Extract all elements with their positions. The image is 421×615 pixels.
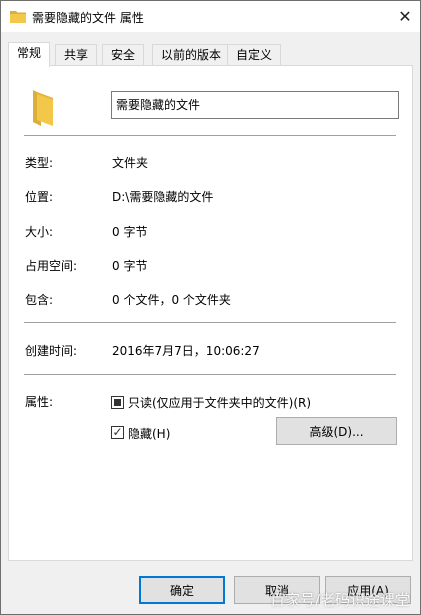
location-value: D:\需要隐藏的文件 <box>112 190 214 204</box>
separator <box>24 374 396 375</box>
tab-previous-versions[interactable]: 以前的版本 <box>152 44 231 66</box>
window-title: 需要隐藏的文件 属性 <box>32 11 144 25</box>
folder-icon <box>33 90 53 126</box>
advanced-button[interactable]: 高级(D)... <box>276 417 397 445</box>
watermark: 百家号/老码识途课堂 <box>269 591 410 609</box>
readonly-label[interactable]: 只读(仅应用于文件夹中的文件)(R) <box>128 394 311 411</box>
separator <box>24 135 396 136</box>
disk-size-label: 占用空间: <box>25 259 78 273</box>
location-label: 位置: <box>25 190 54 204</box>
type-label: 类型: <box>25 156 54 170</box>
type-value: 文件夹 <box>112 156 149 170</box>
tab-general[interactable]: 常规 <box>8 42 51 67</box>
folder-icon <box>10 11 26 23</box>
checkmark-icon: ✓ <box>112 425 123 439</box>
created-value: 2016年7月7日，10:06:27 <box>112 344 260 358</box>
tab-customize[interactable]: 自定义 <box>227 44 282 66</box>
separator <box>24 322 396 323</box>
hidden-checkbox[interactable]: ✓ <box>111 425 124 439</box>
readonly-checkbox[interactable] <box>111 396 124 409</box>
attributes-label: 属性: <box>25 395 54 409</box>
folder-name-input[interactable]: 需要隐藏的文件 <box>111 91 399 119</box>
properties-window: 需要隐藏的文件 属性 ✕ 常规 共享 安全 以前的版本 自定义 需要隐藏的文件 … <box>0 0 421 615</box>
contains-label: 包含: <box>25 293 54 307</box>
size-label: 大小: <box>25 225 54 239</box>
size-value: 0 字节 <box>112 225 148 239</box>
ok-button[interactable]: 确定 <box>139 576 225 604</box>
tab-security[interactable]: 安全 <box>102 44 145 66</box>
close-button[interactable]: ✕ <box>390 1 420 32</box>
hidden-label[interactable]: 隐藏(H) <box>128 425 170 442</box>
tab-sharing[interactable]: 共享 <box>55 44 98 66</box>
contains-value: 0 个文件，0 个文件夹 <box>112 293 231 307</box>
general-panel: 需要隐藏的文件 类型: 文件夹 位置: D:\需要隐藏的文件 大小: 0 字节 … <box>8 65 413 561</box>
title-bar[interactable]: 需要隐藏的文件 属性 ✕ <box>1 1 420 32</box>
disk-size-value: 0 字节 <box>112 259 148 273</box>
close-icon: ✕ <box>398 7 412 26</box>
created-label: 创建时间: <box>25 344 78 358</box>
